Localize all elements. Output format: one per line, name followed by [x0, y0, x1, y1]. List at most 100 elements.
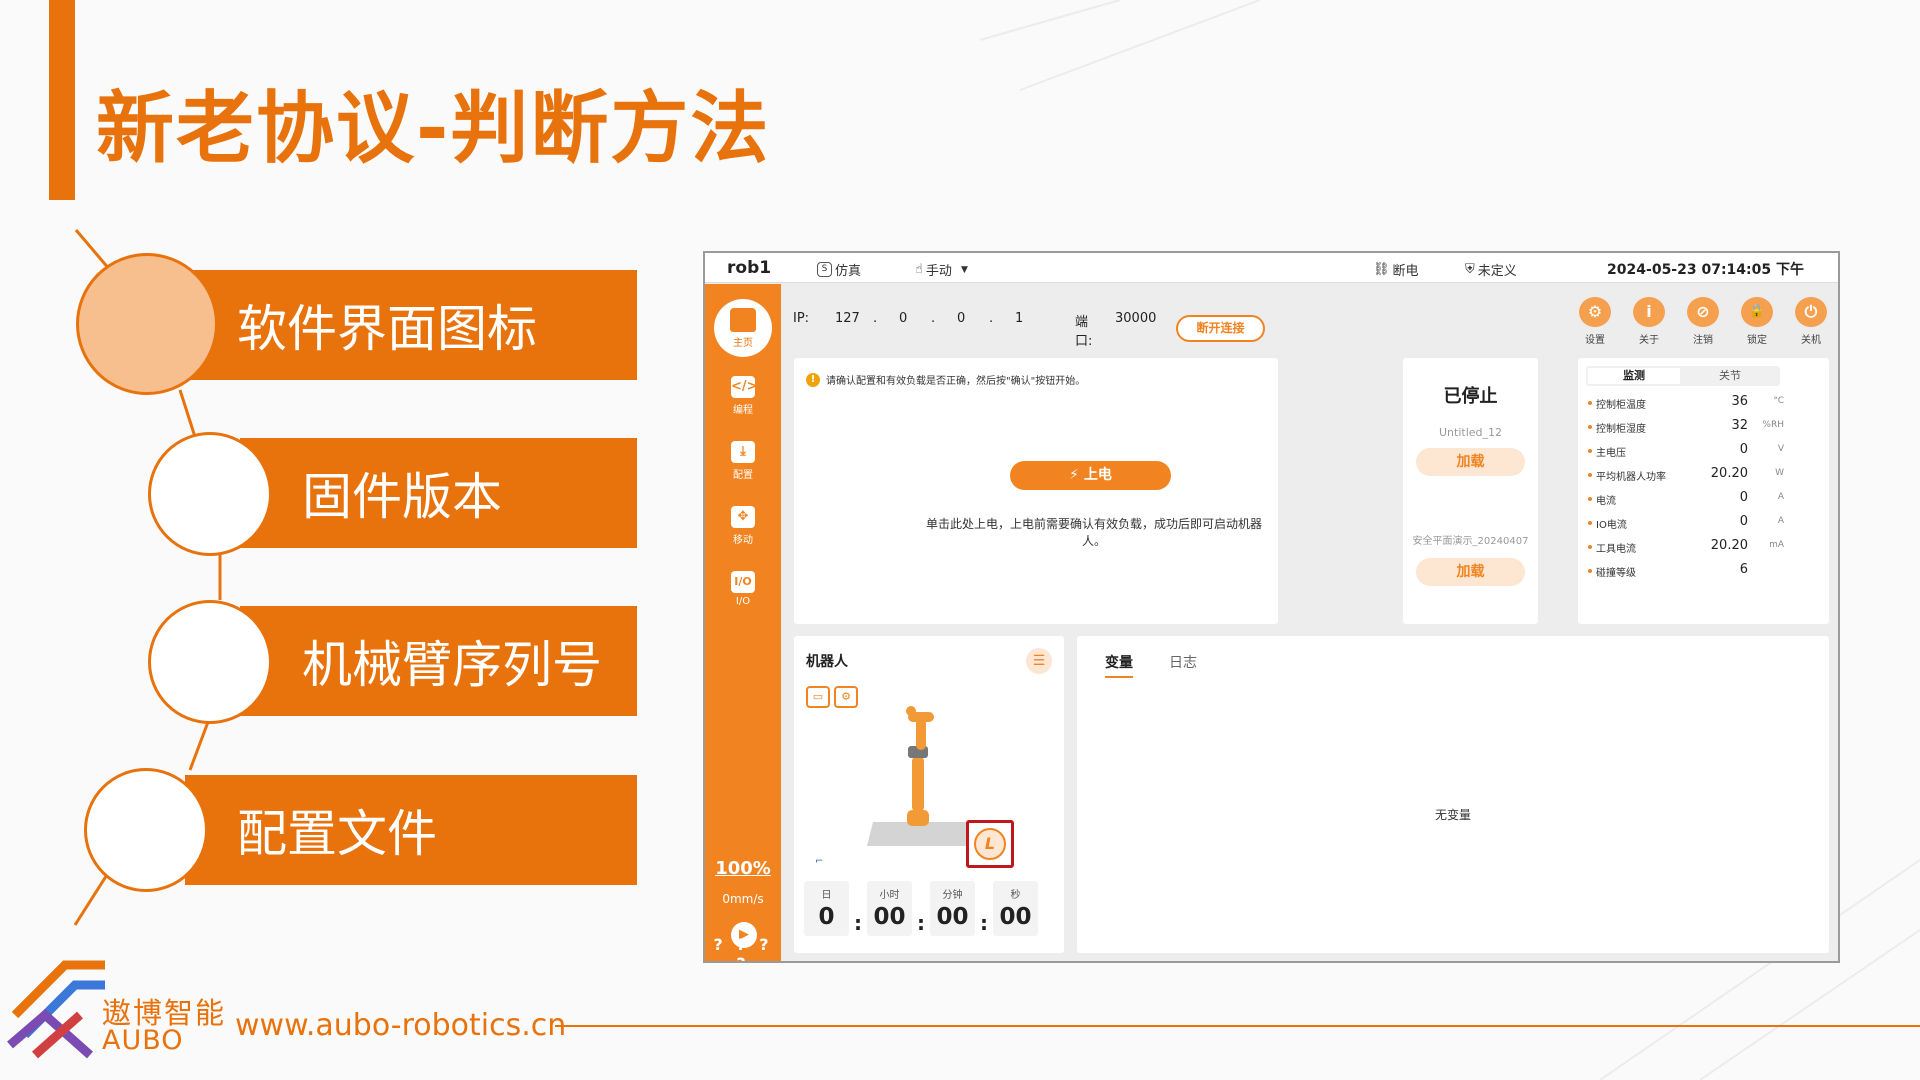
robot-name: rob1 — [727, 258, 772, 278]
hand-icon: ☝ — [915, 262, 923, 277]
robot-tool — [906, 706, 916, 716]
shutdown-button[interactable]: ⏻ 关机 — [1791, 297, 1831, 346]
monitor-row: 碰撞等级 6 — [1588, 562, 1784, 586]
ip-octet-2: 0 — [899, 311, 908, 326]
sidebar-item-config[interactable]: ⤓ 配置 — [705, 441, 781, 481]
sidebar-item-move[interactable]: ✥ 移动 — [705, 506, 781, 546]
menu-item-label: 机械臂序列号 — [302, 636, 602, 694]
monitor-label: 工具电流 — [1596, 544, 1636, 555]
timer-value: 00 — [999, 904, 1032, 930]
monitor-unit: A — [1777, 516, 1784, 526]
view-robot-icon[interactable]: ⚙ — [834, 686, 858, 708]
sidebar-item-io[interactable]: I/O I/O — [705, 571, 781, 607]
monitor-row: 工具电流 20.20 mA — [1588, 538, 1784, 562]
ip-octet-1: 127 — [835, 311, 860, 326]
power-on-button[interactable]: ⚡ 上电 — [1010, 461, 1171, 490]
bullet-icon — [1588, 569, 1592, 573]
menu-item-serial[interactable]: 机械臂序列号 — [240, 606, 637, 716]
menu-item-label: 固件版本 — [302, 468, 502, 526]
power-on-label: 上电 — [1083, 467, 1112, 483]
monitor-unit: W — [1775, 468, 1784, 478]
bullet-icon — [1588, 497, 1592, 501]
simulation-toggle[interactable]: S 仿真 — [817, 260, 861, 279]
power-state-label: 断电 — [1392, 264, 1419, 279]
menu-circle-serial — [148, 600, 272, 724]
simulation-label: 仿真 — [835, 264, 862, 279]
timer-seconds: 秒 00 — [993, 881, 1038, 936]
load-safety-button[interactable]: 加载 — [1416, 558, 1525, 586]
empty-variables: 无变量 — [1434, 808, 1471, 822]
code-icon: </> — [731, 376, 758, 398]
monitor-unit: °C — [1773, 396, 1784, 406]
io-icon: I/O — [731, 571, 755, 593]
monitor-row: 电流 0 A — [1588, 490, 1784, 514]
toolbar-label: 注销 — [1693, 335, 1713, 346]
monitor-label: 控制柜湿度 — [1596, 424, 1646, 435]
speed-percent[interactable]: 100% — [705, 858, 781, 879]
timer-value: 00 — [936, 904, 969, 930]
timer-value: 00 — [873, 904, 906, 930]
ip-dot: . — [873, 311, 878, 326]
menu-item-config[interactable]: 配置文件 — [185, 775, 637, 885]
menu-item-ui-icon[interactable]: 软件界面图标 — [185, 270, 637, 380]
config-icon: ⤓ — [731, 441, 755, 463]
ip-label: IP: — [793, 311, 810, 326]
move-icon: ✥ — [731, 506, 755, 528]
notice-text: 请确认配置和有效负载是否正确，然后按"确认"按钮开始。 — [826, 376, 1086, 387]
tab-joint[interactable]: 关节 — [1684, 368, 1776, 384]
monitor-panel: 监测 关节 控制柜温度 36 °C 控制柜湿度 32 %RH 主电压 0 V 平均机器人功率 20.… — [1578, 358, 1829, 624]
about-button[interactable]: i 关于 — [1629, 297, 1669, 346]
l-button[interactable]: L — [974, 828, 1006, 860]
robot-lower-arm — [912, 756, 924, 812]
config-notice: ! 请确认配置和有效负载是否正确，然后按"确认"按钮开始。 — [806, 372, 1085, 387]
sidebar-item-label: 主页 — [733, 338, 753, 349]
robot-panel: 机器人 ☰ ▭ ⚙ ⌐ L 日 0 : 小时 00 : 分钟 00 : 秒 00 — [794, 636, 1064, 953]
lightning-icon: ⚡ — [1069, 467, 1079, 483]
sidebar-item-program[interactable]: </> 编程 — [705, 376, 781, 416]
power-description: 单击此处上电，上电前需要确认有效负载，成功后即可启动机器人。 — [925, 517, 1262, 548]
bullet-icon — [1588, 449, 1592, 453]
monitor-value: 20.20 — [1710, 538, 1748, 553]
timer-label: 小时 — [879, 890, 900, 901]
bullet-icon — [1588, 473, 1592, 477]
monitor-value: 0 — [1739, 442, 1748, 457]
bullet-icon — [1588, 401, 1592, 405]
tab-variables[interactable]: 变量 — [1105, 652, 1133, 678]
toolbar-label: 设置 — [1585, 335, 1605, 346]
view-floor-icon[interactable]: ▭ — [806, 686, 830, 708]
status-indicators: ? ? ? ? — [713, 935, 773, 961]
lock-icon: 🔒 — [1741, 297, 1773, 327]
monitor-row: 控制柜湿度 32 %RH — [1588, 418, 1784, 442]
logout-button[interactable]: ⊘ 注销 — [1683, 297, 1723, 346]
settings-icon: ⚙ — [1579, 297, 1611, 327]
tab-monitor[interactable]: 监测 — [1588, 368, 1680, 384]
monitor-value: 32 — [1731, 418, 1748, 433]
monitor-unit: A — [1777, 492, 1784, 502]
monitor-value: 6 — [1739, 562, 1748, 577]
monitor-value: 36 — [1731, 394, 1748, 409]
shield-icon: ⛨ — [1465, 262, 1475, 277]
power-icon: ⏻ — [1795, 297, 1827, 327]
settings-button[interactable]: ⚙ 设置 — [1575, 297, 1615, 346]
logout-icon: ⊘ — [1687, 297, 1719, 327]
timer-label: 日 — [821, 890, 832, 901]
disconnect-button[interactable]: 断开连接 — [1176, 315, 1265, 342]
datetime: 2024-05-23 07:14:05 下午 — [1607, 262, 1804, 278]
sidebar-item-label: 移动 — [733, 535, 753, 546]
lock-button[interactable]: 🔒 锁定 — [1737, 297, 1777, 346]
website-link[interactable]: www.aubo-robotics.cn — [235, 1008, 566, 1043]
load-program-button[interactable]: 加载 — [1416, 448, 1525, 476]
mode-dropdown[interactable]: ☝ 手动 ▼ — [915, 260, 968, 279]
logo-text-en: AUBO — [102, 1025, 184, 1056]
timer-minutes: 分钟 00 — [930, 881, 975, 936]
toolbar-label: 锁定 — [1747, 335, 1767, 346]
monitor-value: 0 — [1739, 514, 1748, 529]
menu-circle-config — [84, 768, 208, 892]
sidebar-item-label: I/O — [735, 596, 751, 607]
tab-log[interactable]: 日志 — [1169, 652, 1197, 672]
robot-base — [907, 810, 929, 826]
menu-item-firmware[interactable]: 固件版本 — [240, 438, 637, 548]
list-icon[interactable]: ☰ — [1026, 648, 1052, 674]
sidebar-item-home[interactable]: 主页 — [714, 299, 772, 357]
timer-value: 0 — [818, 904, 835, 930]
